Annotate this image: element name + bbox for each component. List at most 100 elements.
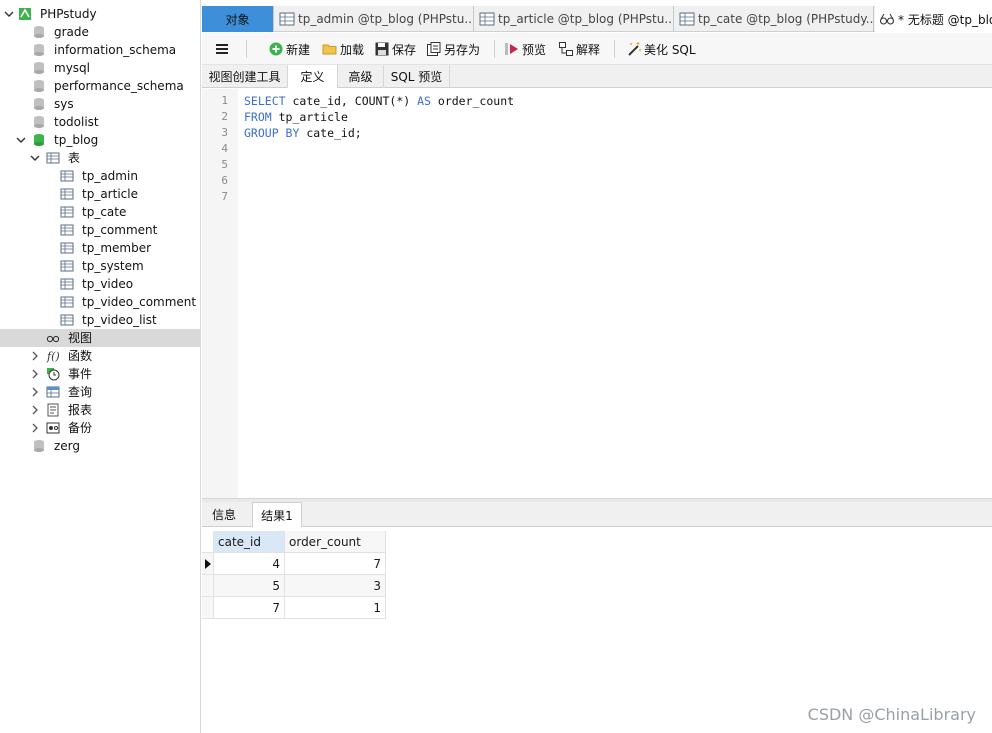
table-row[interactable]: 4 7 [202,553,386,575]
tree-db-information-schema[interactable]: information_schema [0,41,200,59]
chevron-down-icon[interactable] [4,9,14,19]
new-button[interactable]: 新建 [268,40,310,58]
tab-info[interactable]: 信息 [202,502,246,527]
preview-play-icon [505,43,518,55]
tab-advanced[interactable]: 高级 [338,65,384,88]
tree-table-tp-article[interactable]: tp_article [0,185,200,203]
table-label: tp_video_comment [82,295,197,309]
table-icon [60,187,74,201]
tree-db-mysql[interactable]: mysql [0,59,200,77]
cell-cate-id[interactable]: 4 [214,553,285,575]
table-label: tp_article [82,187,138,201]
chevron-right-icon[interactable] [30,405,40,415]
table-label: tp_video_list [82,313,157,327]
load-button[interactable]: 加载 [322,40,364,58]
sql-keyword: SELECT [244,94,286,108]
tree-folder-views[interactable]: 视图 [0,329,200,347]
db-label: tp_blog [54,133,99,147]
table-icon [679,12,695,26]
toolbar-divider [494,40,495,58]
tree-db-grade[interactable]: grade [0,23,200,41]
tree-table-tp-system[interactable]: tp_system [0,257,200,275]
toolbar-divider [614,40,615,58]
tree-folder-reports[interactable]: 报表 [0,401,200,419]
table-label: tp_member [82,241,152,255]
save-as-button[interactable]: 另存为 [426,40,480,58]
clock-icon [46,367,60,381]
row-header[interactable] [202,597,214,619]
magic-wand-icon [628,42,641,56]
tree-db-tp-blog[interactable]: tp_blog [0,131,200,149]
table-icon [279,12,295,26]
db-label: todolist [54,115,99,129]
tree-folder-events[interactable]: 事件 [0,365,200,383]
line-number: 4 [221,142,228,155]
backup-icon [46,421,60,435]
tables-folder-icon [46,151,60,165]
save-button[interactable]: 保存 [374,40,416,58]
save-label: 保存 [392,42,417,57]
menu-button[interactable] [214,40,232,58]
line-number: 7 [221,190,228,203]
tree-db-zerg[interactable]: zerg [0,437,200,455]
tab-label: * 无标题 @tp_blo [898,12,992,27]
tree-db-todolist[interactable]: todolist [0,113,200,131]
tab-result-1[interactable]: 结果1 [252,502,302,527]
chevron-down-icon[interactable] [16,135,26,145]
tree-folder-functions[interactable]: f() 函数 [0,347,200,365]
table-icon [60,205,74,219]
table-row[interactable]: 7 1 [202,597,386,619]
beautify-sql-button[interactable]: 美化 SQL [626,40,696,58]
tab-view-builder[interactable]: 视图创建工具 [202,65,288,88]
table-icon [479,12,495,26]
cell-cate-id[interactable]: 5 [214,575,285,597]
db-label: performance_schema [54,79,184,93]
tree-table-tp-member[interactable]: tp_member [0,239,200,257]
database-icon [32,115,46,129]
table-row[interactable]: 5 3 [202,575,386,597]
tree-connection-phpstudy[interactable]: PHPstudy [0,5,200,23]
cell-order-count[interactable]: 1 [285,597,386,619]
cell-cate-id[interactable]: 7 [214,597,285,619]
tree-db-performance-schema[interactable]: performance_schema [0,77,200,95]
tab-untitled-view[interactable]: * 无标题 @tp_blo [875,6,992,32]
tree-folder-tables[interactable]: 表 [0,149,200,167]
chevron-down-icon[interactable] [30,153,40,163]
cell-order-count[interactable]: 7 [285,553,386,575]
tree-table-tp-admin[interactable]: tp_admin [0,167,200,185]
chevron-right-icon[interactable] [30,387,40,397]
function-icon: f() [46,349,60,363]
chevron-right-icon[interactable] [30,351,40,361]
table-label: tp_cate [82,205,127,219]
tree-table-tp-video[interactable]: tp_video [0,275,200,293]
explain-button[interactable]: 解释 [558,40,600,58]
tree-folder-queries[interactable]: 查询 [0,383,200,401]
column-header-cate-id[interactable]: cate_id [214,531,285,553]
row-header[interactable] [202,575,214,597]
sql-editor[interactable]: 1 2 3 4 5 6 7 SELECT cate_id, COUNT(*) A… [202,89,992,498]
tab-label: 对象 [225,12,250,27]
tree-table-tp-cate[interactable]: tp_cate [0,203,200,221]
chevron-right-icon[interactable] [30,423,40,433]
row-header[interactable] [202,553,214,575]
folder-label: 查询 [68,385,93,399]
tree-table-tp-comment[interactable]: tp_comment [0,221,200,239]
beautify-label: 美化 SQL [644,42,696,57]
preview-button[interactable]: 预览 [504,40,546,58]
cell-order-count[interactable]: 3 [285,575,386,597]
query-toolbar: 新建 加载 保存 另存为 预览 解释 美化 SQL [202,33,992,65]
column-header-order-count[interactable]: order_count [285,531,386,553]
tab-objects[interactable]: 对象 [202,6,274,32]
tab-definition[interactable]: 定义 [288,65,338,88]
tab-tp-admin[interactable]: tp_admin @tp_blog (PHPstu... [275,6,474,32]
tab-tp-article[interactable]: tp_article @tp_blog (PHPstu... [475,6,674,32]
tree-db-sys[interactable]: sys [0,95,200,113]
tree-table-tp-video-list[interactable]: tp_video_list [0,311,200,329]
tab-sql-preview[interactable]: SQL 预览 [384,65,450,88]
sql-text: order_count [430,94,515,108]
tree-folder-backup[interactable]: 备份 [0,419,200,437]
chevron-right-icon[interactable] [30,369,40,379]
tree-table-tp-video-comment[interactable]: tp_video_comment [0,293,200,311]
database-icon [32,97,46,111]
tab-tp-cate[interactable]: tp_cate @tp_blog (PHPstudy... [675,6,874,32]
